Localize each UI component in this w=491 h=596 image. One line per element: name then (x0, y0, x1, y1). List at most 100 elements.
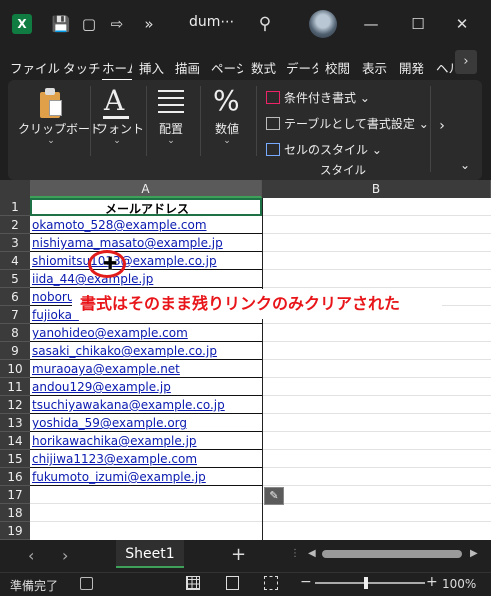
save-icon[interactable]: 💾 (50, 13, 72, 35)
tab-home[interactable]: ホーム (102, 58, 132, 81)
sheet-tab-sheet1[interactable]: Sheet1 (116, 540, 184, 568)
email-cell[interactable]: chijiwa1123@example.com (30, 450, 262, 468)
email-cell[interactable]: shiomitsu1013@example.co.jp (30, 252, 262, 270)
email-cell[interactable]: yanohideo@example.com (30, 324, 262, 342)
tab-touch[interactable]: タッチ (63, 58, 101, 77)
page-break-view-icon[interactable] (264, 576, 278, 590)
horizontal-scrollbar[interactable] (322, 550, 462, 558)
row-header[interactable]: 13 (0, 414, 30, 432)
more-commands-button[interactable]: » (138, 13, 160, 35)
email-cell[interactable]: sasaki_chikako@example.co.jp (30, 342, 262, 360)
row-header[interactable]: 19 (0, 522, 30, 540)
search-icon[interactable]: ⚲ (254, 13, 276, 35)
email-cell[interactable]: nishiyama_masato@example.jp (30, 234, 262, 252)
chevron-down-icon[interactable]: ⌄ (220, 136, 234, 146)
tab-view[interactable]: 表示 (362, 58, 387, 77)
row-header[interactable]: 6 (0, 288, 30, 306)
tab-scroll-right-button[interactable]: › (455, 50, 477, 74)
row-header[interactable]: 18 (0, 504, 30, 522)
row-header[interactable]: 14 (0, 432, 30, 450)
row-header[interactable]: 1 (0, 198, 30, 216)
accessibility-icon[interactable] (80, 577, 93, 590)
status-bar (0, 572, 491, 596)
chevron-down-icon[interactable]: ⌄ (44, 136, 58, 146)
email-cell[interactable]: fukumoto_izumi@example.jp (30, 468, 262, 486)
tab-file[interactable]: ファイル (10, 58, 60, 77)
touch-toggle-icon[interactable]: ⇨ (106, 13, 128, 35)
email-cell[interactable]: andou129@example.jp (30, 378, 262, 396)
clipboard-label[interactable]: クリップボード (18, 120, 102, 137)
font-label[interactable]: フォント (96, 120, 144, 137)
row-header[interactable]: 7 (0, 306, 30, 324)
add-sheet-button[interactable]: + (231, 544, 246, 565)
cell-styles-button[interactable]: セルのスタイル ⌄ (266, 141, 382, 158)
row-header[interactable]: 2 (0, 216, 30, 234)
tab-data[interactable]: データ (286, 58, 318, 77)
page-layout-view-icon[interactable] (226, 576, 239, 590)
tab-page-layout[interactable]: ページ (211, 58, 243, 77)
chevron-down-icon[interactable]: ⌄ (164, 136, 178, 146)
email-cell[interactable]: iida_44@example.jp (30, 270, 262, 288)
row-header[interactable]: 4 (0, 252, 30, 270)
tab-formulas[interactable]: 数式 (251, 58, 276, 77)
ribbon-separator (256, 86, 257, 156)
cell-a1-header[interactable]: メールアドレス (30, 198, 262, 216)
ribbon-more-button[interactable]: › (436, 118, 448, 134)
email-cell[interactable]: horikawachika@example.jp (30, 432, 262, 450)
row-header[interactable]: 16 (0, 468, 30, 486)
scroll-left-icon[interactable]: ◀ (308, 548, 316, 559)
close-button[interactable]: ✕ (451, 13, 473, 35)
column-header-a[interactable]: A (30, 180, 262, 198)
tab-help[interactable]: ヘルプ (436, 58, 454, 77)
row-header[interactable]: 9 (0, 342, 30, 360)
clipboard-icon[interactable] (38, 88, 62, 118)
alignment-label[interactable]: 配置 (150, 120, 192, 137)
sheet-nav-next-button[interactable]: › (62, 546, 68, 565)
tab-review[interactable]: 校閲 (325, 58, 350, 77)
maximize-button[interactable]: ☐ (407, 13, 429, 35)
ribbon-separator (146, 86, 147, 156)
format-as-table-button[interactable]: テーブルとして書式設定 ⌄ (266, 115, 429, 132)
sheet-nav-prev-button[interactable]: ‹ (28, 546, 34, 565)
tab-insert[interactable]: 挿入 (139, 58, 164, 77)
email-cell[interactable]: muraoaya@example.net (30, 360, 262, 378)
row-header[interactable]: 11 (0, 378, 30, 396)
table-icon (266, 117, 280, 130)
gridline (262, 377, 491, 378)
zoom-in-button[interactable]: + (426, 574, 438, 590)
row-header[interactable]: 3 (0, 234, 30, 252)
zoom-out-button[interactable]: − (300, 574, 312, 590)
scroll-right-icon[interactable]: ▶ (470, 548, 478, 559)
paste-options-icon[interactable]: ✎ (264, 487, 284, 505)
percent-icon[interactable]: % (213, 84, 240, 117)
document-title[interactable]: dum⋯ (189, 14, 234, 30)
zoom-level[interactable]: 100% (442, 577, 476, 591)
chevron-down-icon[interactable]: ⌄ (110, 136, 124, 146)
touch-mode-icon[interactable]: ▢ (78, 13, 100, 35)
number-label[interactable]: 数値 (207, 120, 247, 137)
font-icon[interactable]: A (104, 84, 124, 117)
ribbon-collapse-button[interactable]: ⌄ (458, 158, 472, 172)
row-header[interactable]: 17 (0, 486, 30, 504)
column-header-b[interactable]: B (262, 180, 491, 198)
normal-view-icon[interactable] (186, 576, 200, 590)
row-header[interactable]: 5 (0, 270, 30, 288)
row-header[interactable]: 8 (0, 324, 30, 342)
excel-logo-icon: X (12, 14, 32, 34)
avatar[interactable] (309, 10, 337, 38)
email-cell[interactable]: okamoto_528@example.com (30, 216, 262, 234)
tab-developer[interactable]: 開発 (399, 58, 424, 77)
select-all-corner[interactable] (0, 180, 30, 198)
zoom-slider-thumb[interactable] (364, 577, 368, 589)
minimize-button[interactable]: — (360, 13, 382, 35)
email-cell[interactable]: tsuchiyawakana@example.co.jp (30, 396, 262, 414)
row-header[interactable]: 12 (0, 396, 30, 414)
conditional-formatting-button[interactable]: 条件付き書式 ⌄ (266, 89, 370, 106)
alignment-icon[interactable] (158, 90, 184, 113)
row-header[interactable]: 15 (0, 450, 30, 468)
email-cell[interactable]: yoshida_59@example.org (30, 414, 262, 432)
zoom-slider[interactable] (315, 582, 425, 584)
row-header[interactable]: 10 (0, 360, 30, 378)
scroll-split-icon[interactable]: ⋮ (290, 548, 300, 559)
tab-draw[interactable]: 描画 (175, 58, 200, 77)
